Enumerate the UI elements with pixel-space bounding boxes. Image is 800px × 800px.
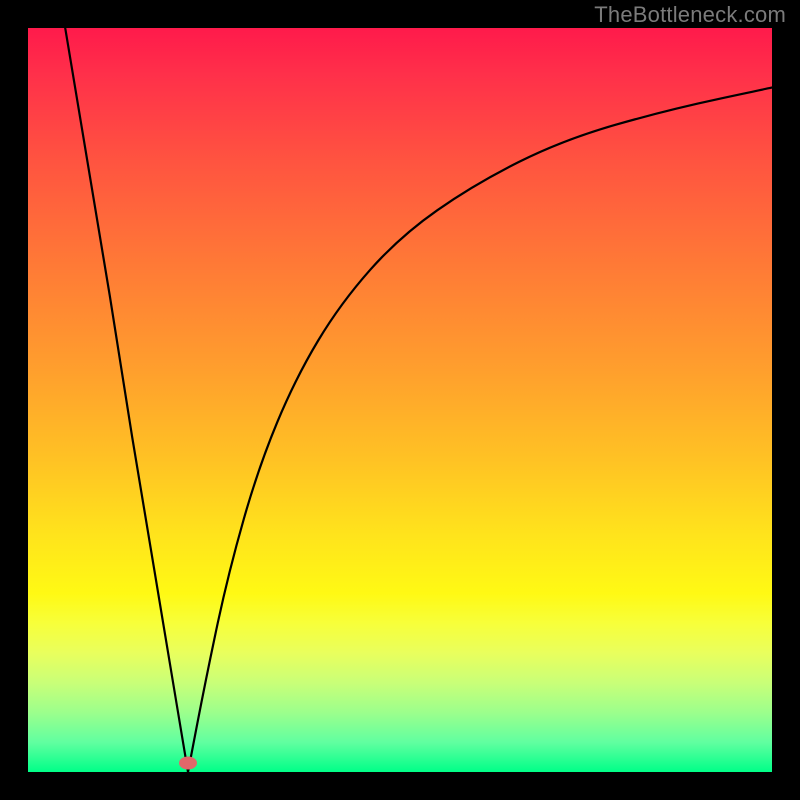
bottleneck-curve xyxy=(28,28,772,772)
curve-path xyxy=(65,28,772,772)
minimum-marker xyxy=(179,757,197,770)
plot-area xyxy=(28,28,772,772)
chart-frame: TheBottleneck.com xyxy=(0,0,800,800)
watermark-text: TheBottleneck.com xyxy=(594,2,786,28)
